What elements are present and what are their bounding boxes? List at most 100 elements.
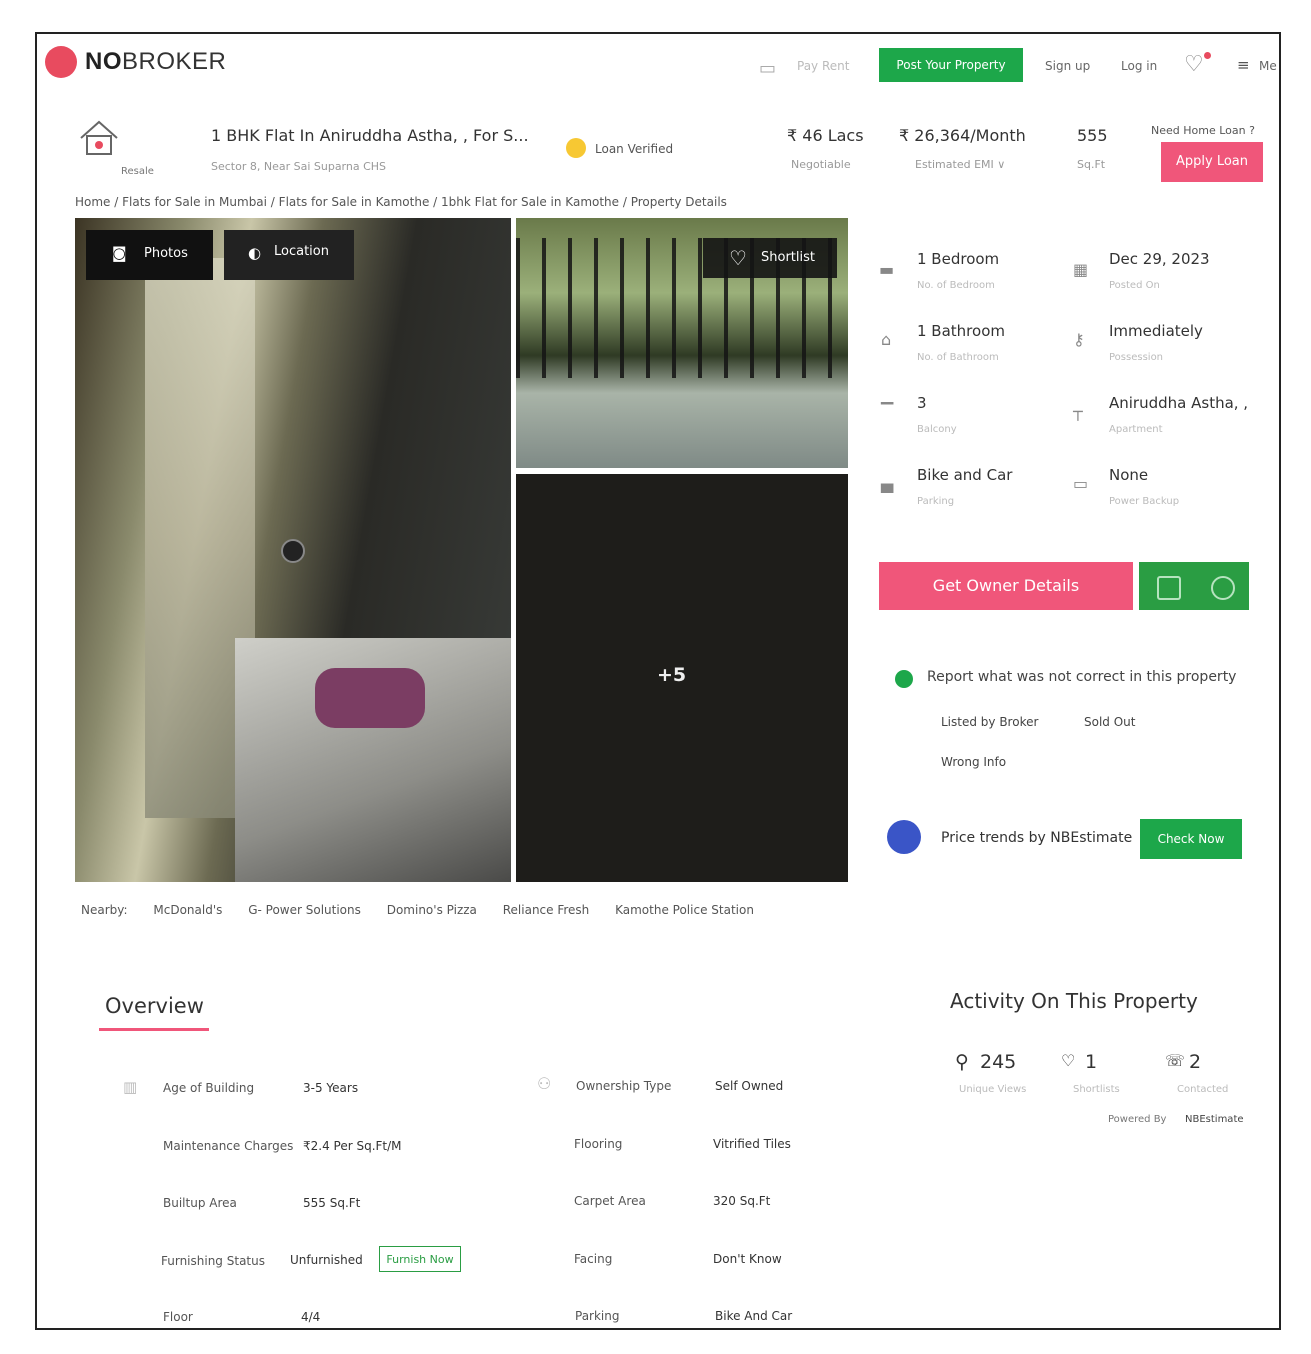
battery-icon: ▭: [1073, 474, 1089, 493]
photos-label: Photos: [144, 246, 188, 261]
menu-label[interactable]: Me: [1259, 59, 1277, 73]
heart-outline-icon: ♡: [1061, 1051, 1076, 1070]
check-now-button[interactable]: Check Now: [1140, 819, 1242, 859]
ov-label: Flooring: [574, 1137, 623, 1151]
emi-value: ₹ 26,364/Month: [899, 126, 1026, 145]
price: ₹ 46 Lacs: [787, 126, 864, 145]
nbestimate-icon: [887, 820, 921, 854]
ov-value: Vitrified Tiles: [713, 1137, 791, 1151]
report-prompt: Report what was not correct in this prop…: [927, 669, 1237, 685]
ov-label: Parking: [575, 1309, 620, 1323]
apply-loan-button[interactable]: Apply Loan: [1161, 142, 1263, 182]
apartment-value: Aniruddha Astha, ,: [1109, 394, 1249, 412]
activity-title: Activity On This Property: [950, 989, 1198, 1013]
ov-value: Bike And Car: [715, 1309, 793, 1323]
page-frame: NOBROKER ▭ Pay Rent Post Your Property S…: [35, 32, 1281, 1330]
contacted-label: Contacted: [1177, 1084, 1229, 1095]
powered-by-label: Powered By: [1108, 1114, 1167, 1125]
building-age-icon: ▥: [123, 1078, 138, 1096]
camera-icon: ◙: [112, 244, 127, 262]
price-note: Negotiable: [791, 158, 851, 171]
resale-house-icon: [77, 118, 118, 158]
ov-value: 555 Sq.Ft: [303, 1196, 361, 1210]
compass-icon: ◐: [248, 244, 262, 262]
phone-icon: ☏: [1165, 1051, 1186, 1070]
bathroom-value: 1 Bathroom: [917, 322, 1005, 340]
views-icon: ⚲: [955, 1051, 969, 1073]
post-property-button[interactable]: Post Your Property: [879, 48, 1023, 82]
report-option-sold[interactable]: Sold Out: [1084, 715, 1135, 729]
ov-label: Facing: [574, 1252, 613, 1266]
listing-address: Sector 8, Near Sai Suparna CHS: [211, 160, 387, 173]
ov-value: Unfurnished: [290, 1253, 363, 1267]
ov-value: 320 Sq.Ft: [713, 1194, 771, 1208]
balcony-icon: ▔: [881, 402, 894, 421]
chat-icon[interactable]: [1211, 576, 1235, 600]
nearby-place[interactable]: McDonald's: [153, 903, 222, 917]
possession-value: Immediately: [1109, 322, 1203, 340]
power-backup-value: None: [1109, 466, 1149, 484]
heart-icon[interactable]: ♡: [1184, 52, 1204, 77]
shortlist-button[interactable]: ♡ Shortlist: [703, 238, 837, 278]
shortlists-count: 1: [1085, 1051, 1098, 1073]
posted-label: Posted On: [1109, 280, 1160, 291]
bedroom-label: No. of Bedroom: [917, 280, 995, 291]
apartment-label: Apartment: [1109, 424, 1163, 435]
notification-dot: [1204, 52, 1211, 59]
overview-title[interactable]: Overview: [105, 994, 204, 1018]
nearby-place[interactable]: Reliance Fresh: [503, 903, 590, 917]
ov-label: Builtup Area: [163, 1196, 237, 1210]
report-option-wrong[interactable]: Wrong Info: [941, 755, 1006, 769]
bedroom-value: 1 Bedroom: [917, 250, 1000, 268]
emi-dropdown[interactable]: Estimated EMI ∨: [915, 158, 1005, 171]
ov-value: 4/4: [301, 1310, 321, 1324]
schedule-chat-buttons: [1139, 562, 1249, 610]
location-button[interactable]: ◐ Location: [224, 230, 354, 280]
logo-icon[interactable]: [45, 46, 77, 78]
ov-label: Maintenance Charges: [163, 1139, 294, 1153]
ov-value: ₹2.4 Per Sq.Ft/M: [303, 1139, 402, 1153]
home-loan-question: Need Home Loan ?: [1151, 124, 1255, 137]
calendar-icon: ▦: [1073, 260, 1089, 279]
bed-icon: ▬: [879, 260, 895, 279]
powered-by-name: NBEstimate: [1185, 1114, 1244, 1125]
nearby-place[interactable]: Domino's Pizza: [387, 903, 477, 917]
breadcrumb[interactable]: Home / Flats for Sale in Mumbai / Flats …: [75, 195, 727, 209]
video-play-icon[interactable]: [281, 539, 305, 563]
nearby-place[interactable]: Kamothe Police Station: [615, 903, 754, 917]
nearby-place[interactable]: G- Power Solutions: [248, 903, 361, 917]
log-in-link[interactable]: Log in: [1121, 59, 1157, 73]
balcony-label: Balcony: [917, 424, 957, 435]
views-label: Unique Views: [959, 1084, 1027, 1095]
contacted-count: 2: [1189, 1051, 1202, 1073]
ov-value: Don't Know: [713, 1252, 782, 1266]
ov-value: Self Owned: [715, 1079, 784, 1093]
calendar-icon[interactable]: [1157, 576, 1181, 600]
report-option-broker[interactable]: Listed by Broker: [941, 715, 1038, 729]
ov-label: Furnishing Status: [161, 1254, 265, 1268]
key-icon: ⚷: [1073, 330, 1085, 349]
photos-button[interactable]: ◙ Photos: [86, 230, 213, 280]
resale-label: Resale: [121, 166, 154, 177]
power-backup-label: Power Backup: [1109, 496, 1180, 507]
balcony-value: 3: [917, 394, 927, 412]
brand-logo[interactable]: NOBROKER: [85, 48, 226, 76]
area-value: 555: [1077, 126, 1108, 145]
get-owner-details-button[interactable]: Get Owner Details: [879, 562, 1133, 610]
possession-label: Possession: [1109, 352, 1164, 363]
heart-outline-icon: ♡: [729, 246, 747, 270]
furnish-now-button[interactable]: Furnish Now: [379, 1246, 461, 1272]
ov-label: Age of Building: [163, 1081, 255, 1095]
location-label: Location: [274, 244, 329, 259]
area-unit: Sq.Ft: [1077, 158, 1106, 171]
menu-icon[interactable]: ≡: [1237, 56, 1250, 74]
report-icon: [895, 670, 913, 688]
ov-value: 3-5 Years: [303, 1081, 359, 1095]
pay-rent-link[interactable]: Pay Rent: [797, 59, 849, 73]
pay-rent-icon[interactable]: ▭: [759, 58, 776, 79]
loan-verified-icon: [566, 138, 586, 158]
listing-title: 1 BHK Flat In Aniruddha Astha, , For S..…: [211, 126, 529, 145]
posted-value: Dec 29, 2023: [1109, 250, 1210, 268]
parking-label: Parking: [917, 496, 955, 507]
sign-up-link[interactable]: Sign up: [1045, 59, 1090, 73]
